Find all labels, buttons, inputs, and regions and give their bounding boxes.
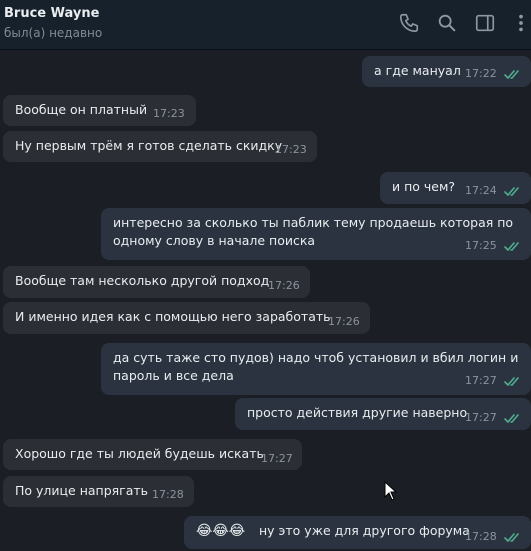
- message-time: 17:27: [261, 452, 293, 465]
- read-checkmark-icon: [504, 533, 519, 542]
- message-incoming[interactable]: Вообще он платный 17:23: [3, 95, 196, 126]
- message-time: 17:28: [152, 488, 184, 501]
- message-incoming[interactable]: И именно идея как с помощью него заработ…: [3, 302, 370, 334]
- chat-header: Bruce Wayne был(а) недавно: [0, 0, 531, 50]
- contact-status: был(а) недавно: [4, 26, 103, 40]
- message-outgoing[interactable]: и по чем? 17:24: [380, 172, 531, 204]
- read-checkmark-icon: [504, 187, 519, 196]
- message-emoji: 😂😂😂: [196, 523, 246, 539]
- message-outgoing[interactable]: 😂😂😂 ну это уже для другого форума 17:28: [184, 516, 531, 549]
- sidebar-toggle-icon[interactable]: [474, 12, 496, 34]
- message-text: просто действия другие наверно: [247, 405, 468, 420]
- message-time: 17:23: [275, 143, 307, 156]
- message-text: Вообще там несколько другой подход: [15, 273, 270, 288]
- message-text: и по чем?: [392, 179, 456, 194]
- read-checkmark-icon: [504, 377, 519, 386]
- message-text: ну это уже для другого форума: [259, 523, 470, 538]
- message-text: Вообще он платный: [15, 102, 148, 117]
- search-icon[interactable]: [436, 12, 458, 34]
- message-text-line-2: одному слову в начале поиска: [113, 233, 316, 248]
- message-text: Ну первым трём я готов сделать скидку: [15, 138, 283, 153]
- message-outgoing[interactable]: да суть таже сто пудов) надо чтоб устано…: [101, 343, 531, 395]
- message-text-line-2: пароль и все дела: [113, 368, 234, 383]
- message-time: 17:22: [465, 67, 497, 80]
- message-outgoing[interactable]: а где мануал 17:22: [362, 56, 531, 87]
- mouse-cursor-icon: [384, 481, 398, 501]
- message-time: 17:25: [465, 239, 497, 252]
- message-text: Хорошо где ты людей будешь искать: [15, 446, 264, 461]
- message-outgoing[interactable]: просто действия другие наверно 17:27: [235, 398, 531, 430]
- read-checkmark-icon: [504, 242, 519, 251]
- message-outgoing[interactable]: интересно за сколько ты паблик тему прод…: [101, 208, 531, 260]
- message-incoming[interactable]: Хорошо где ты людей будешь искать 17:27: [3, 439, 302, 470]
- message-time: 17:26: [268, 279, 300, 292]
- message-text: а где мануал: [374, 63, 461, 78]
- message-incoming[interactable]: По улице напрягать 17:28: [3, 476, 194, 507]
- message-text: По улице напрягать: [15, 483, 149, 498]
- message-time: 17:27: [465, 411, 497, 424]
- message-time: 17:23: [153, 107, 185, 120]
- message-text-line-1: интересно за сколько ты паблик тему прод…: [113, 215, 514, 230]
- phone-icon[interactable]: [398, 12, 420, 34]
- message-time: 17:27: [465, 374, 497, 387]
- contact-name[interactable]: Bruce Wayne: [4, 6, 99, 21]
- message-time: 17:26: [328, 315, 360, 328]
- message-incoming[interactable]: Вообще там несколько другой подход 17:26: [3, 266, 310, 298]
- message-time: 17:28: [465, 530, 497, 543]
- more-vertical-icon[interactable]: [514, 12, 528, 34]
- message-time: 17:24: [465, 184, 497, 197]
- message-text-line-1: да суть таже сто пудов) надо чтоб устано…: [113, 350, 519, 365]
- message-text: И именно идея как с помощью него заработ…: [15, 309, 331, 324]
- message-incoming[interactable]: Ну первым трём я готов сделать скидку 17…: [3, 131, 317, 162]
- read-checkmark-icon: [504, 70, 519, 79]
- read-checkmark-icon: [504, 414, 519, 423]
